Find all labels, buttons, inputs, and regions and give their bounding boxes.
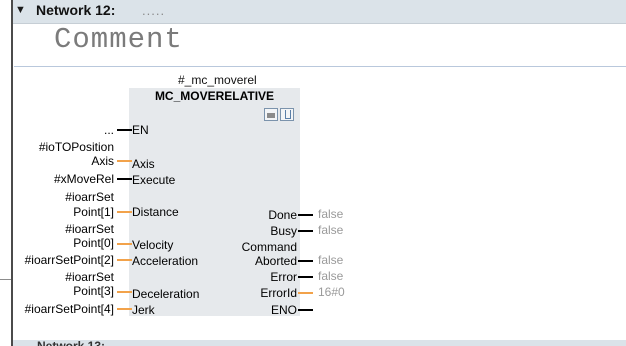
comment-divider [14, 66, 626, 67]
en-param: EN [132, 123, 149, 137]
busy-value[interactable]: false [318, 223, 343, 237]
network-header[interactable]: ▼ Network 12: ..... [13, 0, 626, 24]
velocity-wire [117, 243, 132, 245]
eno-wire [298, 309, 313, 311]
jerk-argument[interactable]: #ioarrSetPoint[4] [2, 302, 114, 316]
left-rail-separator [0, 279, 11, 280]
network-comment[interactable]: Comment [54, 23, 183, 56]
block-info-icon[interactable] [280, 108, 294, 121]
done-param: Done [268, 208, 297, 222]
deceleration-param: Deceleration [132, 287, 200, 301]
distance-argument-line2[interactable]: Point[1] [20, 205, 114, 219]
done-value[interactable]: false [318, 207, 343, 221]
distance-wire [117, 211, 132, 213]
network-title: Network 12: [36, 2, 116, 18]
error-value[interactable]: false [318, 269, 343, 283]
errorid-wire [298, 292, 313, 294]
velocity-argument-line2[interactable]: Point[0] [20, 236, 114, 250]
block-type-title: MC_MOVERELATIVE [154, 89, 275, 103]
deceleration-argument-line2[interactable]: Point[3] [20, 284, 114, 298]
axis-param: Axis [132, 157, 155, 171]
distance-param: Distance [132, 205, 179, 219]
busy-param: Busy [270, 224, 297, 238]
left-rail [0, 0, 13, 346]
en-argument[interactable]: ... [80, 123, 114, 137]
errorid-param: ErrorId [260, 286, 297, 300]
command-aborted-wire [298, 260, 313, 262]
distance-argument-line1[interactable]: #ioarrSet [20, 190, 114, 204]
command-aborted-param-line1: Command [241, 240, 297, 254]
execute-argument[interactable]: #xMoveRel [20, 172, 114, 186]
done-wire [298, 214, 313, 216]
errorid-value[interactable]: 16#0 [318, 285, 345, 299]
velocity-argument-line1[interactable]: #ioarrSet [20, 222, 114, 236]
instance-name[interactable]: #_mc_moverel [178, 73, 257, 87]
next-network-title: Network 13: [37, 340, 105, 346]
execute-param: Execute [132, 173, 176, 187]
deceleration-argument-line1[interactable]: #ioarrSet [20, 270, 114, 284]
axis-wire [117, 160, 132, 162]
eno-param: ENO [270, 303, 297, 317]
acceleration-argument[interactable]: #ioarrSetPoint[2] [2, 253, 114, 267]
command-aborted-param-line2: Aborted [254, 254, 297, 268]
jerk-param: Jerk [132, 303, 155, 317]
velocity-param: Velocity [132, 238, 174, 252]
execute-wire [117, 178, 132, 180]
network-title-comment[interactable]: ..... [142, 3, 165, 18]
command-aborted-value[interactable]: false [318, 253, 343, 267]
deceleration-wire [117, 291, 132, 293]
error-wire [298, 276, 313, 278]
jerk-wire [117, 308, 132, 310]
axis-argument-line1[interactable]: #ioTOPosition [30, 140, 114, 154]
acceleration-param: Acceleration [132, 254, 199, 268]
instance-db-icon[interactable] [264, 108, 278, 121]
en-wire [117, 129, 132, 131]
error-param: Error [270, 270, 297, 284]
axis-argument-line2[interactable]: Axis [30, 154, 114, 168]
collapse-triangle-icon[interactable]: ▼ [15, 4, 26, 16]
acceleration-wire [117, 259, 132, 261]
busy-wire [298, 230, 313, 232]
